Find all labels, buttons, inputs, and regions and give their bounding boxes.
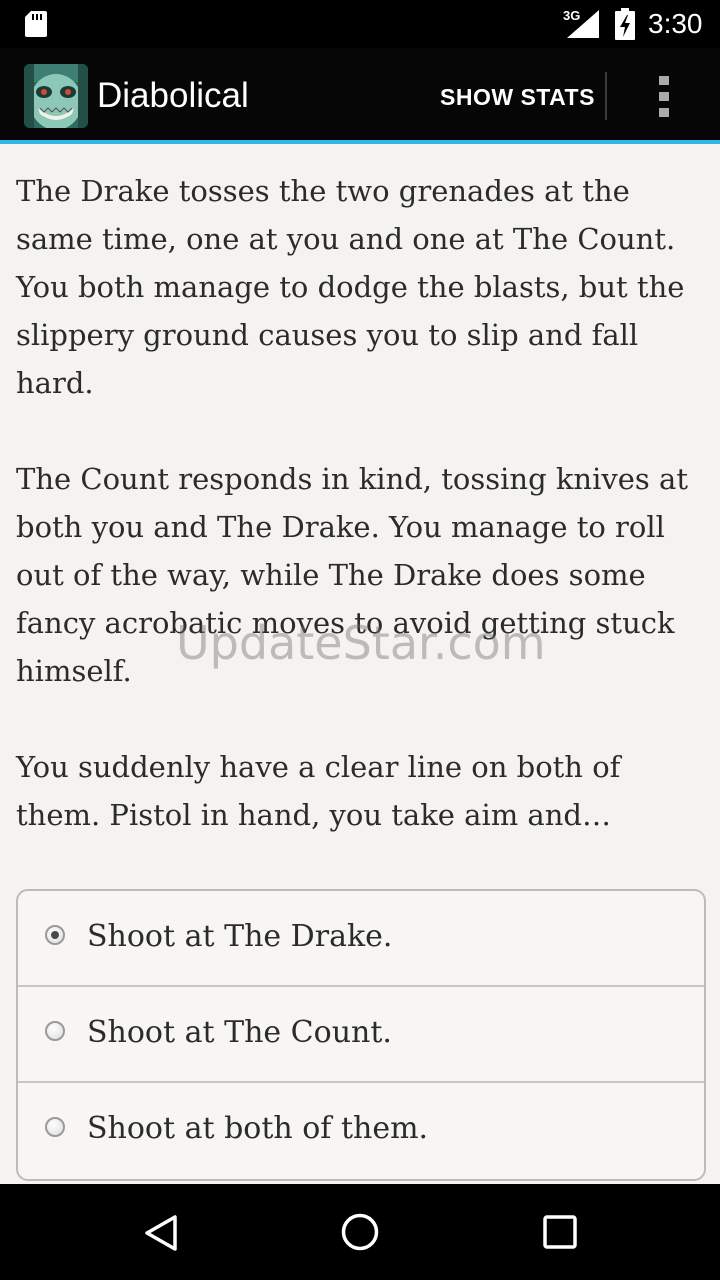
- choice-label: Shoot at The Drake.: [87, 919, 393, 954]
- app-title: Diabolical: [97, 76, 249, 115]
- choice-option[interactable]: Shoot at both of them.: [18, 1083, 704, 1177]
- show-stats-button[interactable]: SHOW STATS: [440, 84, 595, 110]
- radio-button-selected[interactable]: [45, 925, 65, 945]
- watermark: UpdateStar.com: [176, 616, 546, 670]
- home-icon[interactable]: [340, 1212, 380, 1252]
- choice-option[interactable]: Shoot at The Count.: [18, 987, 704, 1081]
- status-bar: 3G 3:30: [0, 0, 720, 48]
- app-logo-icon[interactable]: [24, 64, 88, 128]
- battery-charging-icon: [615, 8, 635, 40]
- choice-label: Shoot at The Count.: [87, 1015, 392, 1050]
- choice-option[interactable]: Shoot at The Drake.: [18, 891, 704, 985]
- story-paragraph: You suddenly have a clear line on both o…: [16, 750, 621, 832]
- action-bar-divider: [605, 72, 607, 120]
- recents-icon[interactable]: [542, 1214, 578, 1250]
- radio-dot: [51, 931, 59, 939]
- navigation-bar: [0, 1184, 720, 1280]
- radio-button[interactable]: [45, 1021, 65, 1041]
- action-bar: Diabolical SHOW STATS: [0, 48, 720, 140]
- story-content[interactable]: The Drake tosses the two grenades at the…: [0, 144, 720, 1184]
- clock: 3:30: [648, 8, 703, 39]
- sd-card-icon: [25, 11, 47, 37]
- choice-list: Shoot at The Drake. Shoot at The Count. …: [16, 889, 706, 1181]
- choice-label: Shoot at both of them.: [87, 1111, 429, 1146]
- story-paragraph: The Drake tosses the two grenades at the…: [16, 174, 685, 400]
- radio-button[interactable]: [45, 1117, 65, 1137]
- signal-icon: [567, 10, 599, 38]
- back-icon[interactable]: [143, 1214, 179, 1252]
- overflow-menu-icon[interactable]: [654, 76, 674, 118]
